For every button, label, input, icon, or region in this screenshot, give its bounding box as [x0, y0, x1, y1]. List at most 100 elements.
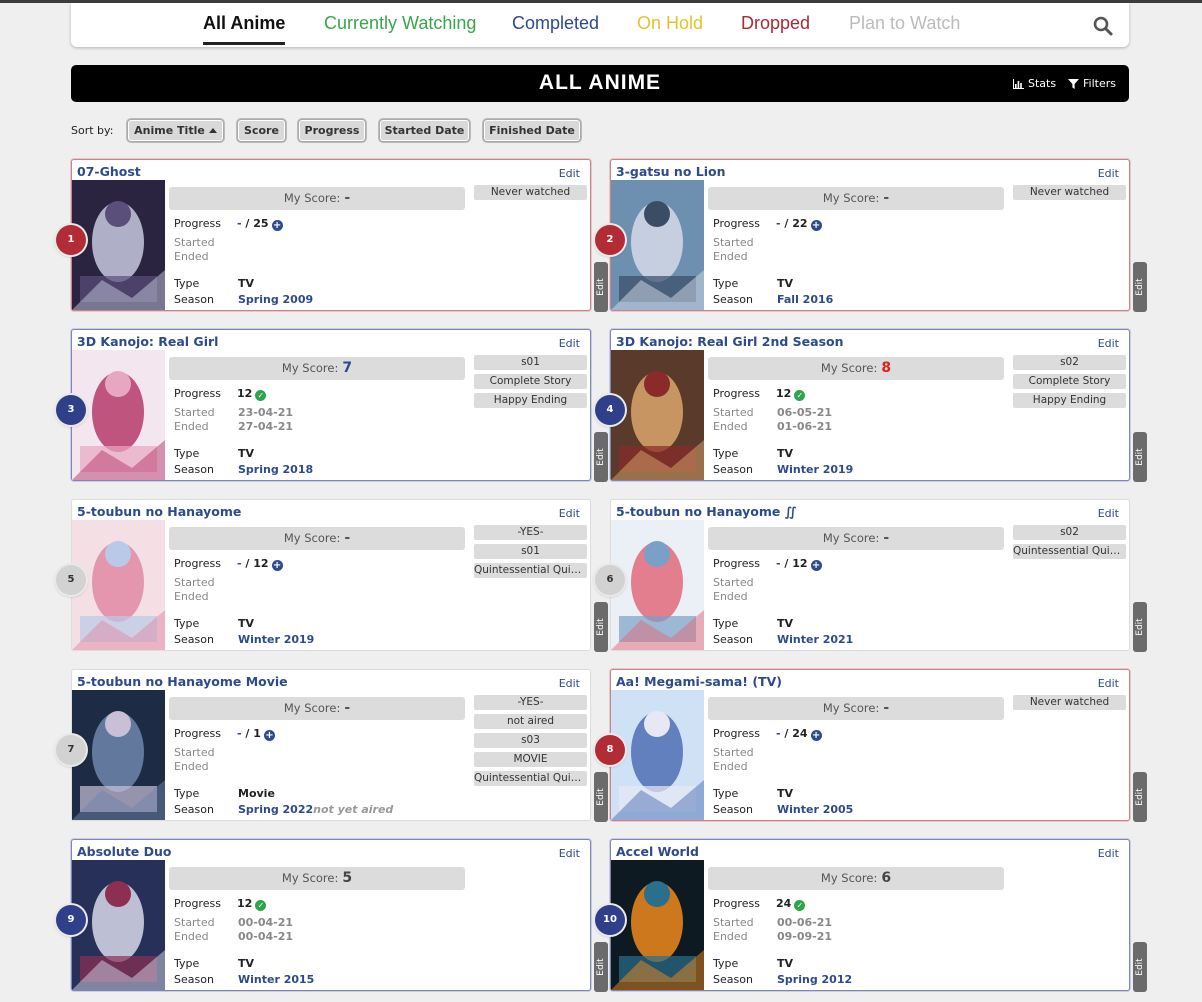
increment-episode-icon[interactable]: + [810, 220, 822, 231]
season-link[interactable]: Spring 2022 [238, 803, 313, 816]
my-score-box[interactable]: My Score: 5 [169, 867, 465, 890]
tag-chip[interactable]: s01 [474, 544, 587, 559]
anime-title-link[interactable]: Accel World [616, 844, 699, 859]
tag-chip[interactable]: Happy Ending [474, 393, 587, 408]
season-link[interactable]: Fall 2016 [777, 293, 833, 306]
filters-button[interactable]: Filters [1068, 77, 1116, 90]
anime-title-link[interactable]: 07-Ghost [77, 164, 141, 179]
side-edit-button[interactable]: Edit [1133, 942, 1147, 992]
anime-poster-image[interactable] [611, 690, 704, 820]
sort-progress-button[interactable]: Progress [298, 119, 366, 142]
tag-chip[interactable]: -YES- [474, 525, 587, 540]
tab-completed[interactable]: Completed [512, 13, 599, 34]
tab-currently-watching[interactable]: Currently Watching [324, 13, 476, 34]
edit-link[interactable]: Edit [559, 847, 580, 860]
search-icon[interactable] [1092, 15, 1114, 37]
edit-link[interactable]: Edit [559, 167, 580, 180]
side-edit-button[interactable]: Edit [1133, 262, 1147, 312]
season-link[interactable]: Winter 2019 [238, 633, 314, 646]
edit-link[interactable]: Edit [559, 507, 580, 520]
side-edit-button[interactable]: Edit [594, 602, 608, 652]
season-link[interactable]: Spring 2009 [238, 293, 313, 306]
edit-link[interactable]: Edit [1098, 507, 1119, 520]
my-score-box[interactable]: My Score: 7 [169, 357, 465, 380]
tab-plan-to-watch[interactable]: Plan to Watch [849, 13, 960, 34]
anime-poster-image[interactable] [611, 520, 704, 650]
stats-button[interactable]: Stats [1013, 77, 1056, 90]
season-link[interactable]: Winter 2021 [777, 633, 853, 646]
tag-chip[interactable]: Quintessential Quin... [1013, 544, 1126, 559]
anime-poster-image[interactable] [611, 350, 704, 480]
anime-title-link[interactable]: 3D Kanojo: Real Girl [77, 334, 218, 349]
tag-chip[interactable]: Quintessential Quin... [474, 563, 587, 578]
sort-started-date-button[interactable]: Started Date [379, 119, 470, 142]
my-score-box[interactable]: My Score: - [708, 187, 1004, 210]
season-link[interactable]: Winter 2015 [238, 973, 314, 986]
tag-chip[interactable]: MOVIE [474, 752, 587, 767]
my-score-box[interactable]: My Score: - [169, 697, 465, 720]
side-edit-button[interactable]: Edit [594, 942, 608, 992]
edit-link[interactable]: Edit [1098, 167, 1119, 180]
side-edit-button[interactable]: Edit [1133, 772, 1147, 822]
tag-chip[interactable]: Happy Ending [1013, 393, 1126, 408]
side-edit-button[interactable]: Edit [1133, 602, 1147, 652]
anime-poster-image[interactable] [72, 180, 165, 310]
season-label: Season [174, 633, 214, 646]
increment-episode-icon[interactable]: + [263, 730, 275, 741]
increment-episode-icon[interactable]: + [810, 730, 822, 741]
sort-anime-title-button[interactable]: Anime Title [127, 119, 224, 142]
anime-poster-image[interactable] [72, 520, 165, 650]
increment-episode-icon[interactable]: + [810, 560, 822, 571]
tag-chip[interactable]: Quintessential Quin... [474, 771, 587, 786]
tab-dropped[interactable]: Dropped [741, 13, 810, 34]
increment-episode-icon[interactable]: + [271, 220, 283, 231]
anime-poster-image[interactable] [611, 860, 704, 990]
anime-title-link[interactable]: 5-toubun no Hanayome ∬ [616, 504, 796, 519]
tag-chip[interactable]: Complete Story [1013, 374, 1126, 389]
tag-chip[interactable]: s02 [1013, 525, 1126, 540]
edit-link[interactable]: Edit [1098, 847, 1119, 860]
tag-chip[interactable]: not aired [474, 714, 587, 729]
anime-poster-image[interactable] [611, 180, 704, 310]
tag-chip[interactable]: s02 [1013, 355, 1126, 370]
tag-chip[interactable]: Never watched [1013, 185, 1126, 200]
season-link[interactable]: Winter 2005 [777, 803, 853, 816]
tag-chip[interactable]: Never watched [474, 185, 587, 200]
side-edit-button[interactable]: Edit [594, 772, 608, 822]
anime-poster-image[interactable] [72, 350, 165, 480]
my-score-box[interactable]: My Score: - [169, 187, 465, 210]
edit-link[interactable]: Edit [1098, 677, 1119, 690]
tag-chip[interactable]: s01 [474, 355, 587, 370]
my-score-box[interactable]: My Score: - [708, 527, 1004, 550]
anime-title-link[interactable]: 3-gatsu no Lion [616, 164, 726, 179]
my-score-box[interactable]: My Score: 8 [708, 357, 1004, 380]
tag-chip[interactable]: Complete Story [474, 374, 587, 389]
edit-link[interactable]: Edit [559, 677, 580, 690]
anime-title-link[interactable]: 5-toubun no Hanayome [77, 504, 241, 519]
my-score-box[interactable]: My Score: - [708, 697, 1004, 720]
anime-poster-image[interactable] [72, 860, 165, 990]
side-edit-button[interactable]: Edit [594, 262, 608, 312]
my-score-box[interactable]: My Score: - [169, 527, 465, 550]
side-edit-button[interactable]: Edit [1133, 432, 1147, 482]
tag-chip[interactable]: -YES- [474, 695, 587, 710]
increment-episode-icon[interactable]: + [271, 560, 283, 571]
tab-on-hold[interactable]: On Hold [637, 13, 703, 34]
my-score-box[interactable]: My Score: 6 [708, 867, 1004, 890]
sort-score-button[interactable]: Score [237, 119, 286, 142]
tag-chip[interactable]: s03 [474, 733, 587, 748]
tag-chip[interactable]: Never watched [1013, 695, 1126, 710]
tab-all-anime[interactable]: All Anime [203, 13, 286, 45]
side-edit-button[interactable]: Edit [594, 432, 608, 482]
season-link[interactable]: Spring 2018 [238, 463, 313, 476]
anime-title-link[interactable]: 5-toubun no Hanayome Movie [77, 674, 288, 689]
season-link[interactable]: Spring 2012 [777, 973, 852, 986]
sort-finished-date-button[interactable]: Finished Date [483, 119, 581, 142]
season-link[interactable]: Winter 2019 [777, 463, 853, 476]
anime-title-link[interactable]: Absolute Duo [77, 844, 172, 859]
anime-title-link[interactable]: 3D Kanojo: Real Girl 2nd Season [616, 334, 844, 349]
anime-title-link[interactable]: Aa! Megami-sama! (TV) [616, 674, 782, 689]
anime-poster-image[interactable] [72, 690, 165, 820]
edit-link[interactable]: Edit [1098, 337, 1119, 350]
edit-link[interactable]: Edit [559, 337, 580, 350]
